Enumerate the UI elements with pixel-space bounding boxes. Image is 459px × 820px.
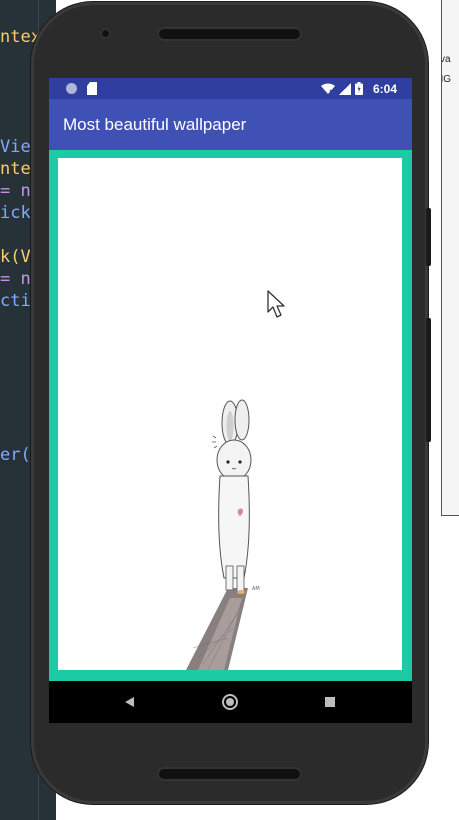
status-icons: 6:04 bbox=[320, 81, 397, 96]
wifi-icon bbox=[320, 83, 335, 95]
right-tool-panel[interactable]: va NG bbox=[441, 0, 459, 516]
svg-text:AM: AM bbox=[252, 586, 260, 592]
status-bar: 6:04 bbox=[49, 78, 412, 99]
sd-card-icon bbox=[87, 82, 97, 95]
earpiece-speaker bbox=[157, 27, 302, 41]
wallpaper-frame: AM bbox=[49, 150, 412, 681]
volume-button[interactable] bbox=[426, 318, 431, 442]
notification-dot-icon bbox=[66, 83, 77, 94]
signal-icon bbox=[338, 82, 351, 95]
panel-text-fragment: va bbox=[441, 54, 451, 65]
front-camera bbox=[100, 28, 111, 39]
app-title: Most beautiful wallpaper bbox=[63, 115, 247, 134]
device-screen: 6:04 Most beautiful wallpaper AM bbox=[49, 78, 412, 723]
power-button[interactable] bbox=[426, 208, 431, 266]
wallpaper-image[interactable]: AM bbox=[58, 158, 402, 670]
app-toolbar: Most beautiful wallpaper bbox=[49, 99, 412, 150]
status-time: 6:04 bbox=[372, 81, 397, 96]
battery-icon bbox=[354, 82, 363, 95]
bottom-speaker bbox=[157, 767, 302, 781]
home-icon[interactable] bbox=[220, 692, 240, 712]
mouse-cursor-icon bbox=[267, 290, 287, 320]
navigation-bar bbox=[49, 681, 412, 723]
back-icon[interactable] bbox=[120, 692, 140, 712]
panel-text-fragment: NG bbox=[442, 74, 451, 85]
bunny-illustration-icon: AM bbox=[186, 399, 260, 670]
recent-apps-icon[interactable] bbox=[320, 692, 340, 712]
